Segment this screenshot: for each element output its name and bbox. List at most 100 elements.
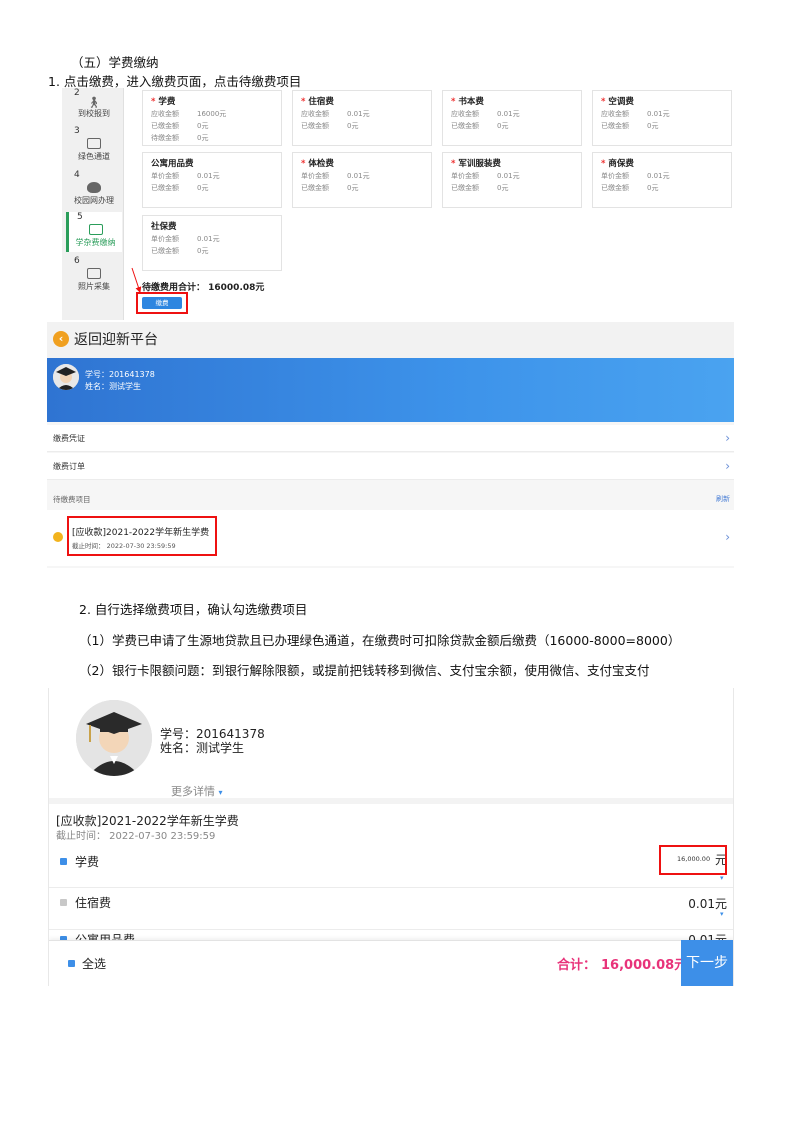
fee-value: 16000元 bbox=[197, 110, 227, 118]
pay-button[interactable]: 缴费 bbox=[142, 297, 182, 309]
profile-header bbox=[47, 358, 734, 422]
divider bbox=[49, 798, 733, 804]
fee-item-name: 学费 bbox=[75, 855, 100, 869]
fee-label: 单价金额 bbox=[151, 172, 179, 180]
fee-name: 空调费 bbox=[608, 97, 634, 107]
refresh-link[interactable]: 刷新 bbox=[716, 494, 730, 504]
note2-text: （2）银行卡限额问题：到银行解除限额，或提前把钱转移到微信、支付宝余额，使用微信… bbox=[79, 663, 650, 678]
money-icon bbox=[88, 224, 103, 235]
fee-name: 商保费 bbox=[608, 159, 634, 169]
fee-card[interactable]: 公寓用品费 单价金额 0.01元 已缴金额 0元 bbox=[142, 152, 282, 208]
sidebar-item-campus-network[interactable]: 4 校园网办理 bbox=[66, 170, 122, 208]
highlight-box bbox=[659, 845, 727, 875]
fee-value: 0元 bbox=[197, 184, 209, 192]
fee-value: 0元 bbox=[197, 134, 209, 142]
graduate-avatar-icon bbox=[76, 700, 152, 776]
row-label: 缴费订单 bbox=[53, 462, 85, 471]
fee-name: 公寓用品费 bbox=[151, 159, 194, 169]
sidebar-item-label: 学杂费缴纳 bbox=[75, 238, 116, 247]
screenshot-fee-overview: 2 🚶︎ 到校报到 3 绿色通道 4 校园网办理 5 学杂费缴纳 6 照片采集 … bbox=[62, 88, 732, 320]
pending-section-title: 待缴费项目 bbox=[53, 495, 91, 504]
fee-label: 已缴金额 bbox=[151, 247, 179, 255]
order-deadline: 截止时间： 2022-07-30 23:59:59 bbox=[56, 831, 216, 842]
fee-label: 应收金额 bbox=[151, 110, 179, 118]
select-all-label[interactable]: 全选 bbox=[82, 955, 106, 972]
fee-label: 应收金额 bbox=[601, 110, 629, 118]
graduate-avatar-icon bbox=[53, 364, 79, 390]
fee-card[interactable]: 社保费 单价金额 0.01元 已缴金额 0元 bbox=[142, 215, 282, 271]
back-link[interactable]: 返回迎新平台 bbox=[74, 329, 158, 349]
fee-value: 0.01元 bbox=[347, 110, 370, 118]
fee-card[interactable]: * 住宿费 应收金额 0.01元 已缴金额 0元 bbox=[292, 90, 432, 146]
fee-label: 已缴金额 bbox=[601, 122, 629, 130]
avatar bbox=[53, 364, 79, 390]
fee-label: 单价金额 bbox=[601, 172, 629, 180]
fee-value: 0元 bbox=[197, 122, 209, 130]
sidebar-item-number: 6 bbox=[74, 256, 80, 266]
sidebar-item-number: 4 bbox=[74, 170, 80, 180]
chevron-right-icon: › bbox=[725, 530, 730, 544]
chevron-right-icon: › bbox=[725, 459, 730, 473]
sidebar-item-fee-payment[interactable]: 5 学杂费缴纳 bbox=[66, 212, 122, 252]
fee-item-row[interactable]: 学费 16,000.00 元 ▾ bbox=[49, 844, 733, 888]
fee-value: 0元 bbox=[197, 247, 209, 255]
more-details-link[interactable]: 更多详情 ▾ bbox=[171, 783, 223, 799]
section-heading: （五）学费缴纳 bbox=[71, 55, 159, 70]
sidebar: 2 🚶︎ 到校报到 3 绿色通道 4 校园网办理 5 学杂费缴纳 6 照片采集 bbox=[62, 88, 124, 320]
caret-down-icon: ▾ bbox=[720, 874, 724, 882]
student-number: 学号：201641378 bbox=[85, 370, 155, 379]
fee-label: 应收金额 bbox=[301, 110, 329, 118]
fee-label: 已缴金额 bbox=[301, 184, 329, 192]
fee-name: 住宿费 bbox=[308, 97, 334, 107]
screenshot-select-items: 学号：201641378 姓名：测试学生 更多详情 ▾ [应收款]2021-20… bbox=[48, 688, 734, 986]
fee-label: 已缴金额 bbox=[301, 122, 329, 130]
sidebar-item-label: 校园网办理 bbox=[74, 196, 114, 205]
fee-label: 单价金额 bbox=[151, 235, 179, 243]
chevron-right-icon: › bbox=[725, 431, 730, 445]
fee-label: 已缴金额 bbox=[151, 184, 179, 192]
fee-label: 单价金额 bbox=[451, 172, 479, 180]
more-details-label: 更多详情 bbox=[171, 785, 215, 798]
fee-value: 0.01元 bbox=[647, 172, 670, 180]
fee-card[interactable]: * 书本费 应收金额 0.01元 已缴金额 0元 bbox=[442, 90, 582, 146]
coin-icon bbox=[53, 532, 63, 542]
fee-label: 已缴金额 bbox=[451, 184, 479, 192]
fee-card[interactable]: * 空调费 应收金额 0.01元 已缴金额 0元 bbox=[592, 90, 732, 146]
caret-down-icon: ▾ bbox=[720, 910, 724, 918]
fee-name: 学费 bbox=[158, 97, 176, 107]
select-all-checkbox[interactable] bbox=[68, 960, 75, 967]
fee-card[interactable]: * 军训服装费 单价金额 0.01元 已缴金额 0元 bbox=[442, 152, 582, 208]
list-row-orders[interactable]: 缴费订单 › bbox=[47, 453, 734, 480]
back-icon[interactable]: ‹ bbox=[53, 331, 69, 347]
fee-item-row[interactable]: 公寓用品费 0.01元 bbox=[49, 930, 733, 940]
avatar bbox=[76, 700, 152, 776]
fee-card[interactable]: * 体检费 单价金额 0.01元 已缴金额 0元 bbox=[292, 152, 432, 208]
calendar-icon bbox=[87, 138, 101, 149]
fee-label: 已缴金额 bbox=[601, 184, 629, 192]
fee-item-amount: 0.01元 bbox=[688, 933, 727, 940]
fee-value: 0.01元 bbox=[347, 172, 370, 180]
sidebar-item-label: 绿色通道 bbox=[78, 152, 110, 161]
fee-name: 体检费 bbox=[308, 159, 334, 169]
sidebar-item-checkin[interactable]: 2 🚶︎ 到校报到 bbox=[66, 88, 122, 122]
fee-item-row[interactable]: 住宿费 0.01元 ▾ bbox=[49, 888, 733, 930]
fee-name: 社保费 bbox=[151, 222, 177, 232]
checkbox[interactable] bbox=[60, 858, 67, 865]
fee-value: 0.01元 bbox=[197, 172, 220, 180]
sidebar-item-green-channel[interactable]: 3 绿色通道 bbox=[66, 126, 122, 164]
fee-card[interactable]: * 商保费 单价金额 0.01元 已缴金额 0元 bbox=[592, 152, 732, 208]
fee-label: 单价金额 bbox=[301, 172, 329, 180]
student-name: 姓名：测试学生 bbox=[160, 741, 245, 755]
checkbox[interactable] bbox=[60, 899, 67, 906]
sidebar-item-number: 3 bbox=[74, 126, 80, 136]
student-name: 姓名：测试学生 bbox=[85, 382, 141, 391]
order-title: [应收款]2021-2022学年新生学费 bbox=[72, 528, 210, 538]
next-button[interactable]: 下一步 bbox=[681, 940, 733, 986]
screenshot-payment-page: ‹ 返回迎新平台 学号：201641378 姓名：测试学生 缴费凭证 › 缴费订… bbox=[47, 322, 734, 568]
sidebar-item-photo[interactable]: 6 照片采集 bbox=[66, 256, 122, 294]
row-label: 缴费凭证 bbox=[53, 434, 85, 443]
fee-card[interactable]: * 学费 应收金额 16000元 已缴金额 0元 待缴金额 0元 bbox=[142, 90, 282, 146]
sidebar-item-number: 5 bbox=[77, 212, 83, 222]
list-row-receipt[interactable]: 缴费凭证 › bbox=[47, 425, 734, 452]
fee-value: 0元 bbox=[497, 122, 509, 130]
